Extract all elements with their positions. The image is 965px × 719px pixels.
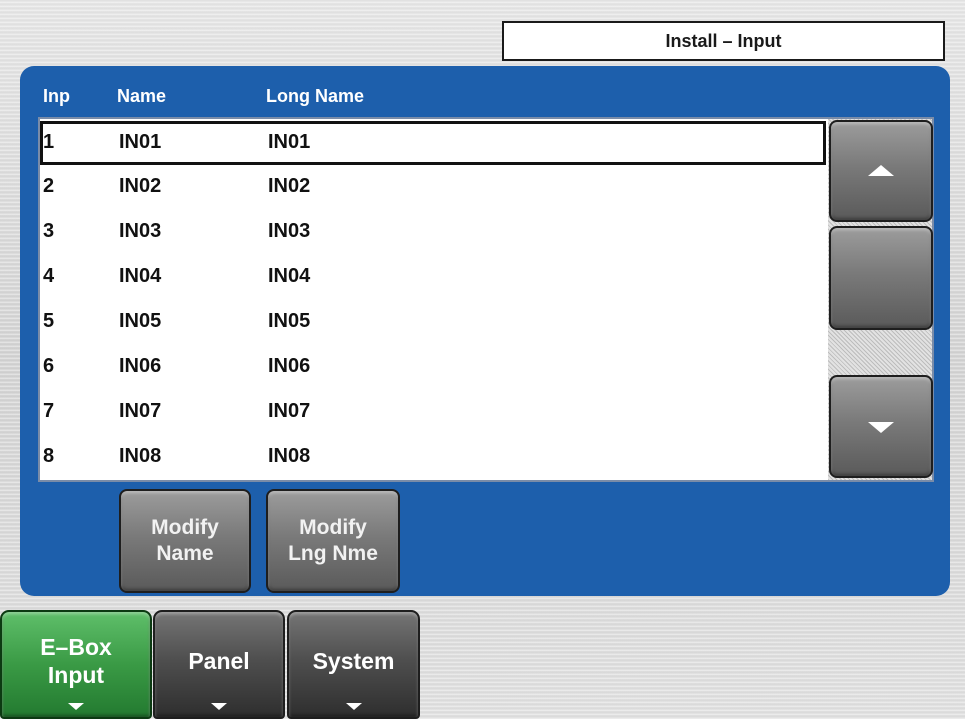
cell-long-name: IN02 [268, 175, 311, 197]
tab-panel[interactable]: Panel [153, 610, 285, 719]
chevron-down-icon [68, 703, 84, 710]
arrow-up-icon [868, 165, 894, 176]
tab-system[interactable]: System [287, 610, 420, 719]
table-row[interactable]: 8 IN08 IN08 [40, 435, 826, 480]
table-row[interactable]: 2 IN02 IN02 [40, 165, 826, 210]
cell-inp: 8 [43, 445, 55, 467]
cell-name: IN08 [119, 445, 162, 467]
column-header-name: Name [117, 86, 167, 106]
cell-inp: 5 [43, 310, 55, 332]
chevron-down-icon [211, 703, 227, 710]
arrow-down-icon [868, 421, 894, 433]
cell-long-name: IN03 [268, 220, 311, 242]
cell-inp: 6 [43, 355, 55, 377]
tab-e-box-input[interactable]: E–Box Input [0, 610, 152, 719]
scroll-up-button[interactable] [829, 120, 933, 222]
cell-inp: 1 [43, 131, 55, 153]
cell-inp: 3 [43, 220, 55, 242]
table-row[interactable]: 5 IN05 IN05 [40, 300, 826, 345]
cell-name: IN02 [119, 175, 162, 197]
cell-long-name: IN04 [268, 265, 311, 287]
input-list: 1 IN01 IN01 2 IN02 IN02 3 IN03 IN03 4 IN… [38, 117, 934, 482]
table-row[interactable]: 6 IN06 IN06 [40, 345, 826, 390]
cell-inp: 4 [43, 265, 55, 287]
cell-name: IN06 [119, 355, 162, 377]
cell-long-name: IN06 [268, 355, 311, 377]
tab-label: E–Box Input [40, 633, 112, 688]
list-rows: 1 IN01 IN01 2 IN02 IN02 3 IN03 IN03 4 IN… [40, 119, 828, 480]
cell-inp: 7 [43, 400, 55, 422]
cell-long-name: IN01 [268, 131, 311, 153]
cell-name: IN03 [119, 220, 162, 242]
column-header-inp: Inp [43, 86, 70, 106]
cell-name: IN05 [119, 310, 162, 332]
modify-name-button[interactable]: Modify Name [119, 489, 251, 593]
cell-long-name: IN08 [268, 445, 311, 467]
tab-label: Panel [188, 647, 250, 674]
cell-name: IN01 [119, 131, 162, 153]
chevron-down-icon [345, 703, 362, 710]
column-header-long-name: Long Name [266, 86, 365, 106]
table-row[interactable]: 3 IN03 IN03 [40, 210, 826, 255]
page-title: Install – Input [502, 21, 945, 61]
cell-long-name: IN07 [268, 400, 311, 422]
table-row[interactable]: 4 IN04 IN04 [40, 255, 826, 300]
cell-long-name: IN05 [268, 310, 311, 332]
scroll-down-button[interactable] [829, 375, 933, 478]
table-row[interactable]: 7 IN07 IN07 [40, 390, 826, 435]
scroll-thumb[interactable] [829, 226, 933, 330]
cell-name: IN04 [119, 265, 162, 287]
modify-long-name-button[interactable]: Modify Lng Nme [266, 489, 400, 593]
cell-name: IN07 [119, 400, 162, 422]
tab-label: System [312, 647, 395, 674]
table-row-selected[interactable]: 1 IN01 IN01 [40, 121, 826, 165]
cell-inp: 2 [43, 175, 55, 197]
